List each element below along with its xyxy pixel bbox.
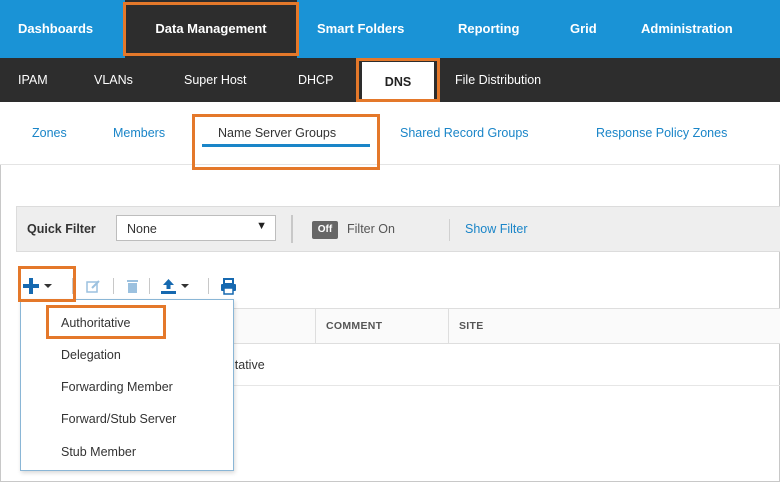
sub-nav-vlans[interactable]: VLANs bbox=[94, 58, 133, 102]
export-icon[interactable] bbox=[160, 270, 177, 300]
tab-members[interactable]: Members bbox=[113, 126, 165, 140]
sub-nav-super-host[interactable]: Super Host bbox=[184, 58, 247, 102]
filter-toggle[interactable]: Off bbox=[312, 221, 338, 239]
top-nav-reporting[interactable]: Reporting bbox=[458, 0, 519, 58]
menu-item-stub-member[interactable]: Stub Member bbox=[61, 445, 136, 459]
column-header-comment[interactable]: COMMENT bbox=[326, 320, 382, 332]
toolbar bbox=[0, 270, 780, 300]
highlight-box bbox=[123, 2, 299, 56]
separator bbox=[449, 219, 450, 241]
edit-icon[interactable] bbox=[86, 270, 101, 300]
row-divider bbox=[233, 385, 780, 386]
delete-icon[interactable] bbox=[126, 270, 139, 300]
top-nav-smart-folders[interactable]: Smart Folders bbox=[317, 0, 404, 58]
quick-filter-value: None bbox=[127, 222, 157, 236]
highlight-box bbox=[18, 266, 76, 302]
tab-shared-record-groups[interactable]: Shared Record Groups bbox=[400, 126, 529, 140]
top-nav-administration[interactable]: Administration bbox=[641, 0, 733, 58]
tab-bar: Zones Members Name Server Groups Shared … bbox=[0, 102, 780, 165]
top-nav-dashboards[interactable]: Dashboards bbox=[18, 0, 93, 58]
menu-item-forwarding-member[interactable]: Forwarding Member bbox=[61, 380, 173, 394]
top-nav: Dashboards Data Management Smart Folders… bbox=[0, 0, 780, 58]
toolbar-separator bbox=[113, 278, 114, 294]
table-header: COMMENT SITE bbox=[233, 308, 780, 344]
sub-nav-ipam[interactable]: IPAM bbox=[18, 58, 48, 102]
tab-response-policy-zones[interactable]: Response Policy Zones bbox=[596, 126, 727, 140]
quick-filter-label: Quick Filter bbox=[27, 222, 96, 236]
filter-bar: Quick Filter None ▼ Off Filter On Show F… bbox=[16, 206, 780, 252]
quick-filter-select[interactable]: None ▼ bbox=[116, 215, 276, 241]
column-separator bbox=[315, 309, 316, 343]
highlight-box bbox=[356, 58, 440, 102]
sub-nav-dhcp[interactable]: DHCP bbox=[298, 58, 333, 102]
column-header-site[interactable]: SITE bbox=[459, 320, 484, 332]
show-filter-link[interactable]: Show Filter bbox=[465, 222, 528, 236]
menu-item-delegation[interactable]: Delegation bbox=[61, 348, 121, 362]
tab-zones[interactable]: Zones bbox=[32, 126, 67, 140]
top-nav-grid[interactable]: Grid bbox=[570, 0, 597, 58]
toolbar-separator bbox=[208, 278, 209, 294]
export-dropdown-caret-icon[interactable] bbox=[181, 270, 189, 300]
separator bbox=[291, 215, 293, 243]
table-row[interactable]: itative bbox=[232, 358, 265, 372]
highlight-box bbox=[46, 305, 166, 339]
filter-on-label: Filter On bbox=[347, 222, 395, 236]
column-separator bbox=[448, 309, 449, 343]
toolbar-separator bbox=[149, 278, 150, 294]
highlight-box bbox=[192, 114, 380, 170]
print-icon[interactable] bbox=[220, 270, 237, 300]
chevron-down-icon: ▼ bbox=[256, 220, 267, 232]
sub-nav-file-distribution[interactable]: File Distribution bbox=[455, 58, 541, 102]
menu-item-forward-stub-server[interactable]: Forward/Stub Server bbox=[61, 412, 176, 426]
